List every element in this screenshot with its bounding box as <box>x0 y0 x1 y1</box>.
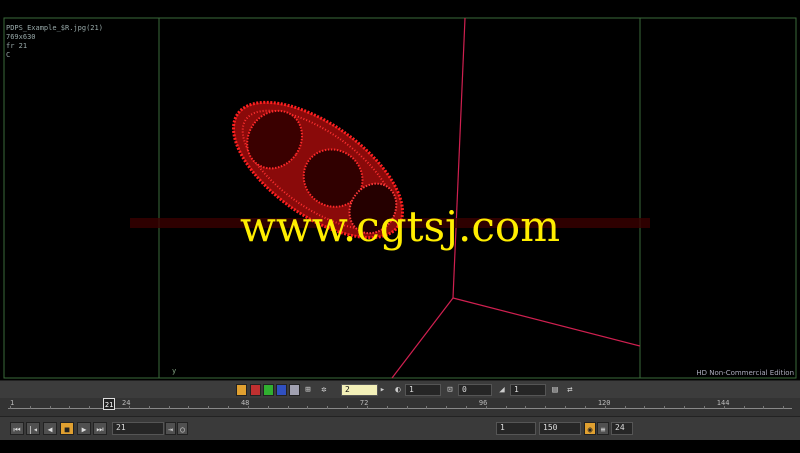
file-info-label: PDPS_Example_$R.jpg(21) <box>6 24 103 32</box>
fps-field[interactable]: 24 <box>611 422 633 435</box>
channel-swatch-red[interactable] <box>250 384 261 396</box>
timeline-minor-tick <box>267 406 269 409</box>
frame-sync-icon[interactable]: ○ <box>177 422 188 435</box>
timeline-minor-tick <box>287 406 289 409</box>
timeline-minor-tick <box>644 406 646 409</box>
channel-swatch-rgba[interactable] <box>236 384 247 396</box>
gamma-field[interactable]: 1 <box>405 384 441 396</box>
gain-field[interactable]: 2 <box>341 384 378 396</box>
timeline-minor-tick <box>89 406 91 409</box>
timeline-minor-tick <box>307 406 309 409</box>
range-lock-icon[interactable]: ◉ <box>584 422 596 435</box>
wipe-icon[interactable]: ⇄ <box>564 384 576 396</box>
frame-info-label: fr 21 <box>6 42 28 50</box>
grid-icon[interactable]: ⊞ <box>302 384 314 396</box>
frame-field[interactable]: 21 <box>112 422 164 435</box>
timeline-minor-tick <box>466 406 467 409</box>
timeline-tick-label: 96 <box>478 399 488 407</box>
stop-button[interactable]: ■ <box>60 422 74 435</box>
timeline-ruler[interactable]: 1 24 48 72 96 120 144 21 <box>0 398 800 416</box>
timeline-minor-tick <box>624 406 626 409</box>
play-forward-button[interactable]: ▶ <box>77 422 91 435</box>
timeline-minor-tick <box>406 406 408 409</box>
timeline-tick-label: 120 <box>597 399 611 407</box>
first-frame-button[interactable]: ⏮ <box>10 422 24 435</box>
timeline-minor-tick <box>426 406 428 409</box>
timeline-minor-tick <box>327 406 329 409</box>
timeline-tick-label: 48 <box>240 399 250 407</box>
timeline-minor-tick <box>743 406 745 409</box>
frame-increment-icon[interactable]: ⇥ <box>165 422 176 435</box>
playhead[interactable]: 21 <box>103 398 116 410</box>
channel-swatch-alpha[interactable] <box>289 384 300 396</box>
watermark-text: www.cgtsj.com <box>239 202 561 251</box>
timeline-track[interactable] <box>8 408 792 409</box>
timeline-minor-tick <box>188 406 190 409</box>
timeline-minor-tick <box>684 406 686 409</box>
timeline-minor-tick <box>505 406 507 409</box>
transport-bar: ⏮ |◂ ◀ ■ ▶ ⏭ 21 ⇥ ○ 1 150 ◉ ≡ 24 <box>0 416 800 441</box>
timeline-minor-tick <box>228 406 230 409</box>
zoom-field[interactable]: 0 <box>458 384 492 396</box>
timeline-start-label: 1 <box>10 399 15 407</box>
timeline-minor-tick <box>703 406 705 409</box>
edition-label: HD Non-Commercial Edition <box>696 369 794 377</box>
timeline-minor-tick <box>584 406 586 409</box>
timeline-minor-tick <box>446 406 448 409</box>
timeline-minor-tick <box>347 406 349 409</box>
axis-label: y <box>172 367 177 375</box>
axis-front <box>391 297 454 379</box>
timeline-minor-tick <box>29 406 31 409</box>
fstop-field[interactable]: 1 <box>510 384 546 396</box>
last-frame-button[interactable]: ⏭ <box>93 422 107 435</box>
timeline-tick-label: 144 <box>716 399 730 407</box>
timeline-minor-tick <box>49 406 51 409</box>
viewer-panel[interactable]: PDPS_Example_$R.jpg(21) 769x630 fr 21 C … <box>0 0 800 380</box>
resolution-label: 769x630 <box>6 33 36 41</box>
zoom-icon[interactable]: ⊡ <box>444 384 456 396</box>
viewer-toolbar: ⊞ ✲ 2 ▸ ◐ 1 ⊡ 0 ◢ 1 ▤ ⇄ <box>0 380 800 399</box>
fstop-icon[interactable]: ◢ <box>496 384 508 396</box>
timeline-minor-tick <box>783 406 785 409</box>
out-point-field[interactable]: 150 <box>539 422 581 435</box>
timeline-tick-label: 72 <box>359 399 369 407</box>
in-point-field[interactable]: 1 <box>496 422 536 435</box>
channel-label: C <box>6 51 11 59</box>
timeline-minor-tick <box>208 406 210 409</box>
histogram-icon[interactable]: ▤ <box>549 384 561 396</box>
timeline-minor-tick <box>565 406 567 409</box>
axis-right <box>452 297 641 347</box>
gamma-icon[interactable]: ◐ <box>392 384 404 396</box>
timeline-minor-tick <box>664 406 666 409</box>
play-backward-button[interactable]: ◀ <box>43 422 57 435</box>
timeline-minor-tick <box>525 406 527 409</box>
timeline-tick-label: 24 <box>122 399 131 407</box>
timeline-minor-tick <box>69 406 71 409</box>
bottom-strip <box>0 440 800 453</box>
channel-swatch-green[interactable] <box>263 384 274 396</box>
timeline-minor-tick <box>763 406 765 409</box>
gain-icon[interactable]: ✲ <box>318 384 330 396</box>
gain-dropdown-icon[interactable]: ▸ <box>378 384 387 396</box>
timeline-minor-tick <box>545 406 547 409</box>
axis-vertical <box>452 17 466 299</box>
timeline-minor-tick <box>386 406 388 409</box>
viewer-canvas <box>3 17 797 379</box>
timeline-minor-tick <box>168 406 170 409</box>
prev-keyframe-button[interactable]: |◂ <box>26 422 40 435</box>
fps-icon[interactable]: ≡ <box>597 422 609 435</box>
channel-swatch-blue[interactable] <box>276 384 287 396</box>
timeline-minor-tick <box>148 406 150 409</box>
